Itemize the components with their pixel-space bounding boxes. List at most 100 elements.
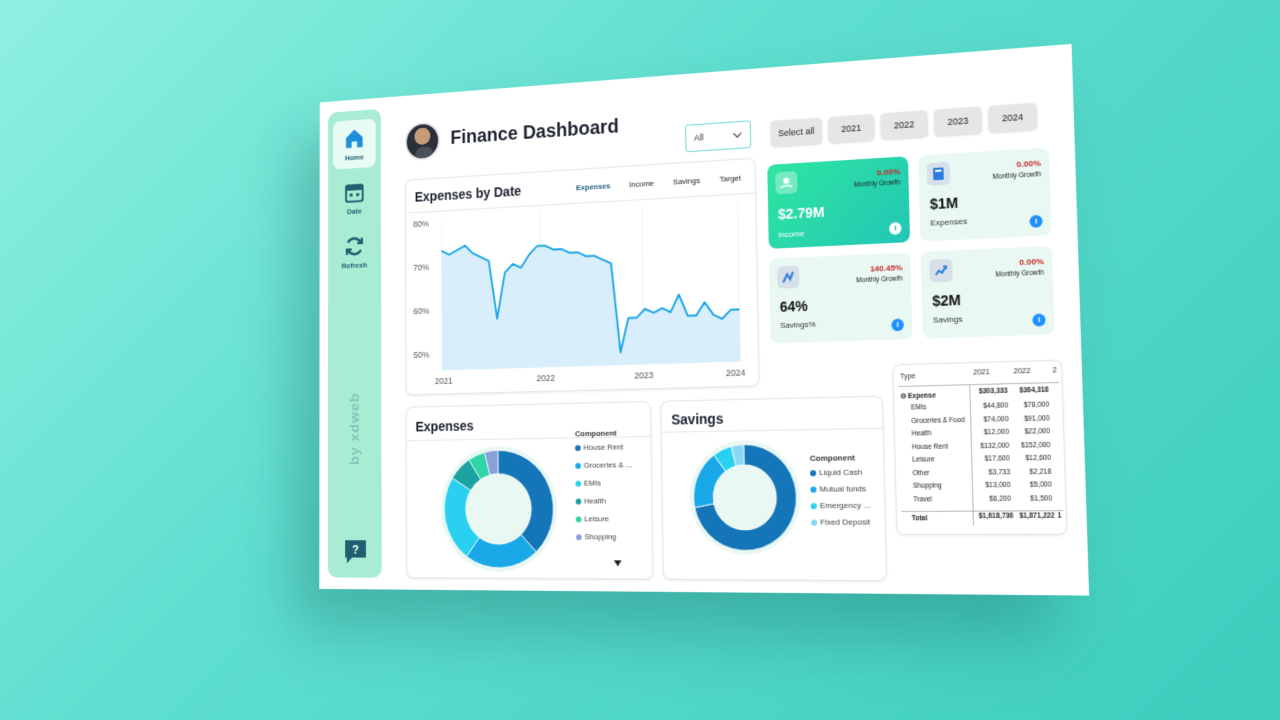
legend-item[interactable]: EMIs bbox=[575, 479, 601, 488]
sidebar-item-home[interactable]: Home bbox=[333, 118, 376, 170]
sidebar-item-label: Refresh bbox=[341, 260, 368, 271]
legend-label: Fixed Deposit bbox=[820, 517, 871, 527]
legend-item[interactable]: Health bbox=[575, 496, 606, 505]
tab-target[interactable]: Target bbox=[719, 174, 741, 184]
legend-label: EMIs bbox=[583, 478, 602, 488]
kpi-value: $1M bbox=[929, 194, 959, 213]
y-tick-label: 60% bbox=[413, 305, 430, 317]
tab-income[interactable]: Income bbox=[629, 179, 654, 189]
table-cell: $12,000 bbox=[983, 428, 1010, 437]
kpi-expenses-card[interactable]: 0.00% Monthly Growth $1M Expenses i bbox=[918, 147, 1052, 242]
legend-item[interactable]: Mutual funds bbox=[810, 484, 866, 494]
legend-title: Component bbox=[809, 453, 855, 463]
expense-table: Type 2021 2022 2 ⊖ Expense $303,333 $364… bbox=[893, 361, 1068, 537]
table-total-cell: 1 bbox=[1057, 512, 1062, 520]
x-tick-label: 2023 bbox=[634, 370, 654, 381]
savings-donut-chart bbox=[688, 439, 802, 555]
legend-item[interactable]: Groceries & ... bbox=[575, 460, 632, 470]
table-header: 2021 bbox=[973, 368, 990, 377]
year-2023-button[interactable]: 2023 bbox=[933, 106, 983, 137]
table-cell: $5,000 bbox=[1029, 481, 1052, 489]
legend-label: Liquid Cash bbox=[819, 467, 863, 478]
info-icon[interactable]: i bbox=[891, 318, 904, 332]
growth-label: Monthly Growth bbox=[992, 170, 1042, 182]
info-icon[interactable]: i bbox=[1029, 214, 1043, 228]
page-title: Finance Dashboard bbox=[450, 115, 619, 149]
table-cell: $13,000 bbox=[985, 481, 1011, 490]
kpi-savings-card[interactable]: 0.00% Monthly Growth $2M Savings i bbox=[920, 245, 1055, 339]
growth-chart-icon bbox=[929, 258, 953, 283]
table-cell: $1,500 bbox=[1030, 494, 1053, 503]
sidebar-item-refresh[interactable]: Refresh bbox=[333, 227, 376, 278]
table-header: 2 bbox=[1052, 367, 1057, 375]
legend-item[interactable]: House Rent bbox=[575, 442, 623, 452]
info-icon[interactable]: i bbox=[1032, 313, 1046, 327]
select-all-button[interactable]: Select all bbox=[770, 117, 823, 147]
legend-swatch bbox=[575, 533, 582, 540]
x-tick-label: 2022 bbox=[536, 372, 556, 384]
y-tick-label: 50% bbox=[413, 349, 430, 360]
legend-label: Mutual funds bbox=[819, 484, 867, 494]
tab-savings[interactable]: Savings bbox=[673, 176, 700, 186]
sidebar-item-date[interactable]: Date bbox=[333, 172, 376, 223]
help-chat-icon[interactable]: ? bbox=[343, 538, 367, 565]
expense-table-card: Type 2021 2022 2 ⊖ Expense $303,333 $364… bbox=[892, 359, 1068, 537]
table-cell: $12,600 bbox=[1025, 454, 1051, 463]
table-cell: $17,600 bbox=[984, 455, 1010, 463]
home-icon bbox=[346, 128, 363, 149]
savings-icon bbox=[777, 265, 800, 289]
avatar[interactable] bbox=[404, 121, 440, 162]
growth-label: Monthly Growth bbox=[853, 179, 901, 189]
card-title: Savings bbox=[671, 410, 724, 428]
legend-swatch bbox=[575, 498, 582, 505]
legend-item[interactable]: Leisure bbox=[575, 514, 609, 524]
table-cell: $132,000 bbox=[980, 441, 1010, 450]
filter-dropdown[interactable]: All bbox=[685, 120, 752, 153]
year-2022-button[interactable]: 2022 bbox=[880, 110, 929, 140]
sidebar-item-label: Date bbox=[346, 206, 362, 217]
expenses-donut-card: Expenses Component House Rent Groceries &… bbox=[405, 401, 654, 580]
growth-label: Monthly Growth bbox=[856, 275, 903, 285]
legend-label: Leisure bbox=[584, 514, 609, 524]
table-row-label: Other bbox=[912, 469, 930, 477]
legend-item[interactable]: Liquid Cash bbox=[809, 467, 863, 478]
table-row-label: Health bbox=[911, 430, 932, 438]
area-fill bbox=[441, 231, 741, 371]
table-total-cell: $1,871,222 bbox=[1019, 512, 1055, 520]
table-row-label: Groceries & Food bbox=[911, 416, 965, 425]
table-cell: $364,318 bbox=[1019, 386, 1049, 395]
expenses-by-date-card: Expenses by Date Expenses Income Savings… bbox=[405, 157, 760, 396]
legend-swatch bbox=[810, 486, 817, 493]
kpi-savings-pct-card[interactable]: 140.45% Monthly Growth 64% Savings% i bbox=[768, 252, 913, 344]
table-cell: $22,000 bbox=[1024, 427, 1051, 436]
table-row-label: Travel bbox=[913, 495, 933, 504]
legend-item[interactable]: Fixed Deposit bbox=[810, 517, 871, 527]
legend-label: Shopping bbox=[584, 532, 617, 542]
year-2021-button[interactable]: 2021 bbox=[827, 113, 875, 144]
info-icon[interactable]: i bbox=[889, 222, 902, 235]
y-tick-label: 80% bbox=[413, 218, 429, 230]
chart-title: Expenses by Date bbox=[414, 183, 522, 205]
legend-item[interactable]: Shopping bbox=[575, 532, 617, 542]
table-group-label[interactable]: ⊖ Expense bbox=[900, 391, 936, 400]
year-2024-button[interactable]: 2024 bbox=[987, 102, 1038, 133]
legend-swatch bbox=[575, 462, 581, 469]
tab-expenses[interactable]: Expenses bbox=[576, 181, 611, 192]
legend-item[interactable]: Emergency ... bbox=[810, 501, 870, 511]
table-cell: $74,000 bbox=[983, 415, 1009, 424]
byline: by xdweb bbox=[347, 392, 362, 466]
legend-swatch bbox=[575, 480, 582, 487]
kpi-income-card[interactable]: 0.00% Monthly Growth $2.79M Income i bbox=[767, 156, 911, 249]
legend-swatch bbox=[810, 502, 817, 509]
table-row-label: Shopping bbox=[912, 482, 942, 490]
legend-swatch bbox=[809, 469, 817, 476]
table-cell: $303,333 bbox=[978, 387, 1008, 396]
expenses-donut-chart bbox=[440, 445, 558, 573]
money-hand-icon bbox=[775, 171, 798, 195]
scroll-down-icon[interactable] bbox=[613, 560, 622, 567]
legend-label: House Rent bbox=[583, 442, 624, 452]
table-total-cell: $1,618,736 bbox=[978, 512, 1014, 521]
kpi-value: 64% bbox=[779, 297, 808, 315]
y-tick-label: 70% bbox=[413, 262, 430, 273]
legend-swatch bbox=[810, 519, 818, 526]
